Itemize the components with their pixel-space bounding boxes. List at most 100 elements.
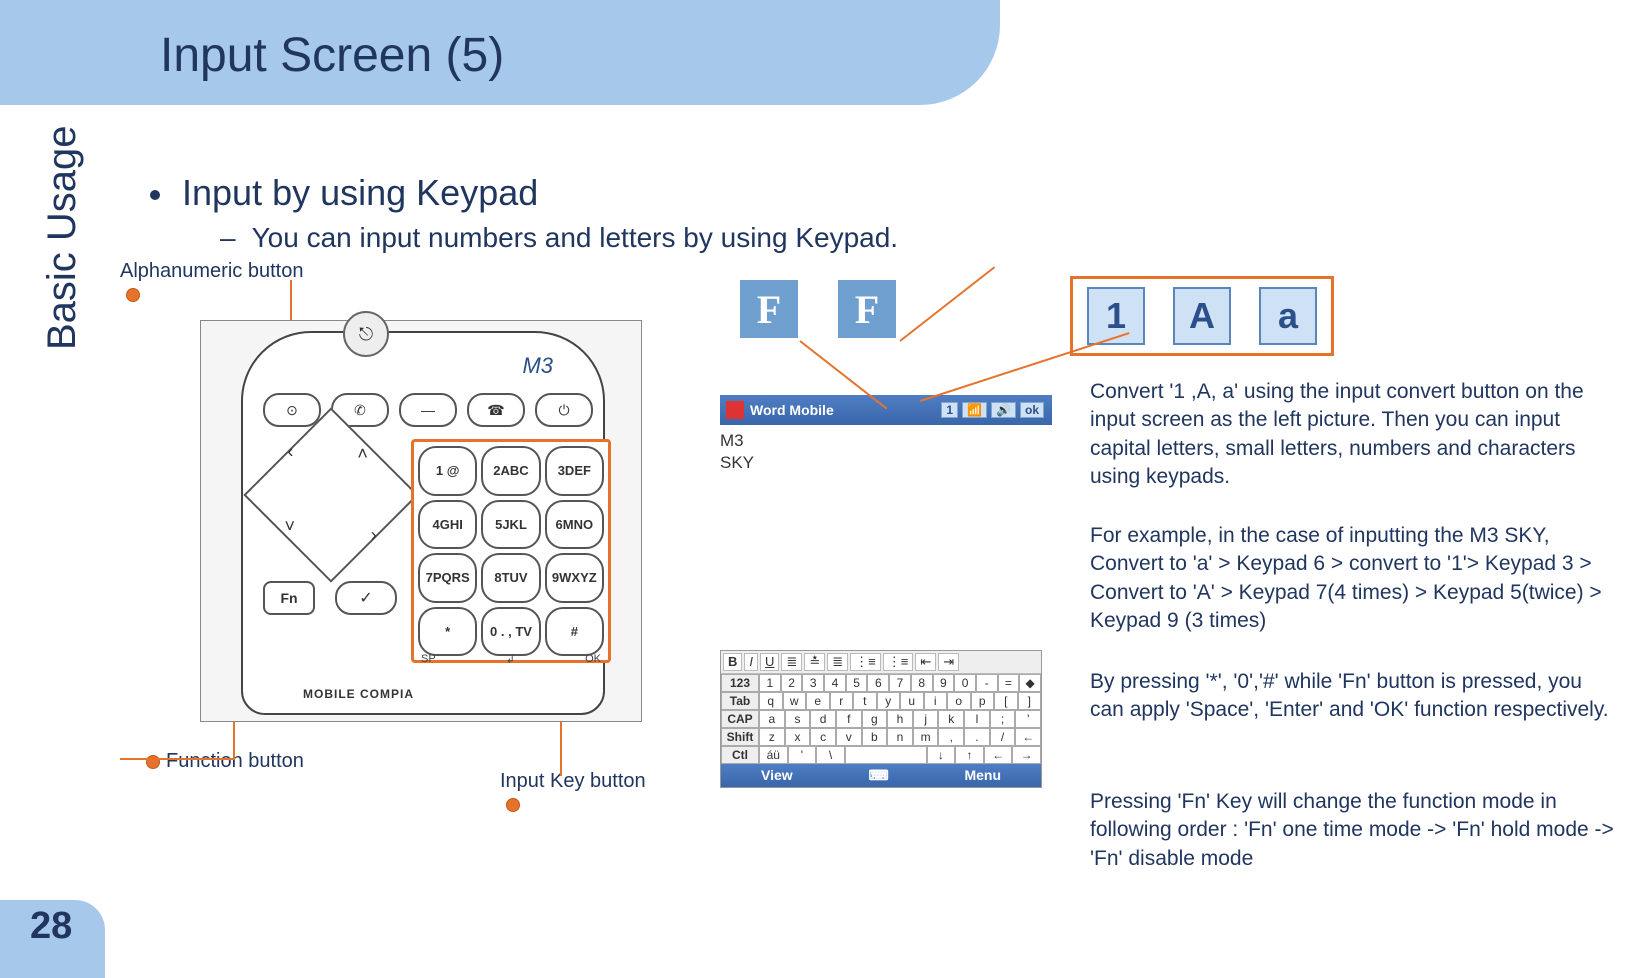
kbd-key: x: [785, 728, 811, 746]
kbd-key: 4: [824, 674, 846, 692]
kbd-123-label: 123: [721, 674, 759, 692]
align-right-icon: ≣: [827, 653, 848, 671]
kbd-key: o: [947, 692, 971, 710]
kbd-key: g: [862, 710, 888, 728]
kbd-key: i: [924, 692, 948, 710]
kbd-key: ': [1015, 710, 1041, 728]
soft-button: ⊙: [263, 393, 321, 427]
sublabel-ok: OK: [585, 653, 601, 666]
kbd-row-123: 1231234567890-=◆: [721, 674, 1041, 692]
bullet-main: Input by using Keypad: [150, 172, 538, 214]
fn-icon: F: [838, 280, 896, 338]
fn-icon: F: [740, 280, 798, 338]
softkey-kbd-icon: ⌨: [868, 767, 888, 784]
kbd-key: h: [887, 710, 913, 728]
align-left-icon: ≣: [781, 653, 802, 671]
italic-icon: I: [744, 653, 758, 671]
underline-icon: U: [760, 653, 779, 671]
kbd-key: d: [810, 710, 836, 728]
keypad-key: 0 . , TV: [481, 607, 540, 657]
end-button: ☎: [467, 393, 525, 427]
dpad-down-icon: ˅: [285, 516, 296, 537]
fn-mode-icons: F F: [740, 280, 896, 338]
kbd-key: q: [759, 692, 783, 710]
top-button-row: ⊙ ✆ — ☎ ⏻: [263, 393, 593, 427]
device-brand: MOBILE COMPIA: [303, 687, 414, 701]
keypad-key: 9WXYZ: [545, 553, 604, 603]
kbd-key: ↑: [955, 746, 984, 764]
bullet-sub: You can input numbers and letters by usi…: [220, 222, 898, 254]
kbd-key: →: [1012, 746, 1041, 764]
kbd-key: w: [783, 692, 807, 710]
kbd-key: áü: [759, 746, 788, 764]
sublabel-sp: SP: [421, 653, 436, 666]
paragraph-fn-combo: By pressing '*', '0','#' while 'Fn' butt…: [1090, 668, 1620, 725]
status-signal-icon: 📶: [962, 402, 987, 418]
dpad-left-icon: ‹: [287, 442, 293, 463]
annotation-inputkey-text: Input Key button: [500, 770, 646, 792]
kbd-key: 1: [759, 674, 781, 692]
numbered-icon: ⋮≡: [883, 653, 914, 671]
kbd-key: j: [913, 710, 939, 728]
indent-icon: ⇥: [938, 653, 959, 671]
wordmobile-body-text: M3 SKY: [720, 430, 754, 474]
kbd-key: ;: [990, 710, 1016, 728]
kbd-key: 3: [802, 674, 824, 692]
bold-icon: B: [723, 653, 742, 671]
sublabel-enter: ↲: [506, 653, 515, 666]
kbd-key: 2: [781, 674, 803, 692]
kbd-key: s: [785, 710, 811, 728]
kbd-row-cap: CAPasdfghjkl;': [721, 710, 1041, 728]
keypad-key: 6MNO: [545, 500, 604, 550]
callout-line: [120, 758, 235, 760]
keypad-key: 1 @: [418, 446, 477, 496]
kbd-key: ◆: [1019, 674, 1041, 692]
start-flag-icon: [726, 401, 744, 419]
paragraph-example: For example, in the case of inputting th…: [1090, 522, 1620, 635]
kbd-key: .: [964, 728, 990, 746]
mode-upper-icon: A: [1173, 287, 1231, 345]
kbd-key: 7: [889, 674, 911, 692]
kbd-key: b: [862, 728, 888, 746]
kbd-format-toolbar: B I U ≣ ≛ ≣ ⋮≡ ⋮≡ ⇤ ⇥: [721, 651, 1041, 674]
dpad: ˄ ˅ ‹ ›: [243, 407, 418, 582]
kbd-key: u: [900, 692, 924, 710]
kbd-key: m: [913, 728, 939, 746]
kbd-row-shift: Shiftzxcvbnm,./←: [721, 728, 1041, 746]
page-number: 28: [30, 905, 72, 948]
outdent-icon: ⇤: [915, 653, 936, 671]
keypad-key: #: [545, 607, 604, 657]
kbd-key: ,: [938, 728, 964, 746]
kbd-key: 6: [867, 674, 889, 692]
kbd-row-ctl: Ctláü'\ ↓↑←→: [721, 746, 1041, 764]
page-title: Input Screen (5): [160, 28, 504, 83]
kbd-key: =: [998, 674, 1020, 692]
kbd-shift-label: Shift: [721, 728, 759, 746]
kbd-key: v: [836, 728, 862, 746]
kbd-tab-label: Tab: [721, 692, 759, 710]
kbd-key: l: [964, 710, 990, 728]
kbd-row-tab: Tabqwertyuiop[]: [721, 692, 1041, 710]
callout-dot-icon: [126, 288, 140, 302]
keypad-key: 4GHI: [418, 500, 477, 550]
kbd-key: ←: [984, 746, 1013, 764]
dpad-up-icon: ˄: [357, 443, 368, 464]
kbd-key: \: [816, 746, 845, 764]
kbd-key: y: [877, 692, 901, 710]
keypad-key: 8TUV: [481, 553, 540, 603]
soft-keyboard: B I U ≣ ≛ ≣ ⋮≡ ⋮≡ ⇤ ⇥ 1231234567890-=◆ T…: [720, 650, 1042, 788]
page: Input Screen (5) Basic Usage 28 Input by…: [0, 0, 1630, 978]
kbd-key: -: [976, 674, 998, 692]
callout-line: [290, 280, 292, 320]
kbd-key: z: [759, 728, 785, 746]
kbd-key: 9: [933, 674, 955, 692]
kbd-key: ]: [1018, 692, 1042, 710]
top-round-button: ⎋: [343, 311, 389, 357]
paragraph-fn-cycle: Pressing 'Fn' Key will change the functi…: [1090, 788, 1620, 873]
keypad-highlight: 1 @ 2ABC 3DEF 4GHI 5JKL 6MNO 7PQRS 8TUV …: [411, 439, 611, 663]
kbd-softkey-bar: View ⌨ Menu: [721, 764, 1041, 787]
kbd-key: p: [971, 692, 995, 710]
side-section-label: Basic Usage: [40, 125, 85, 350]
kbd-key: n: [887, 728, 913, 746]
kbd-key: r: [830, 692, 854, 710]
